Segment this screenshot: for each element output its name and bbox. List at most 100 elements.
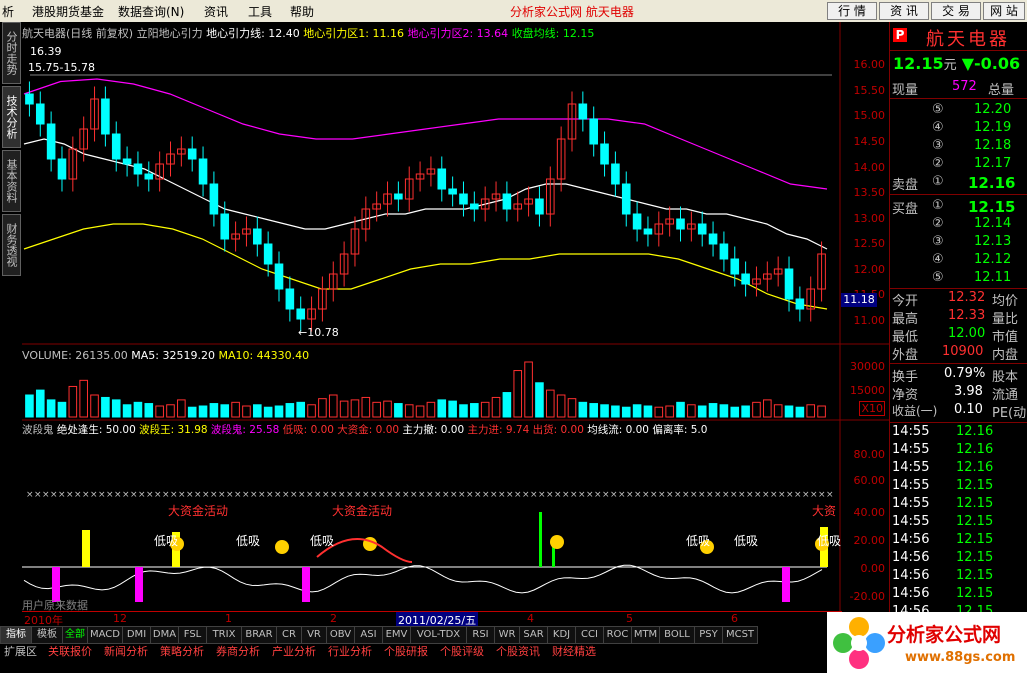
volume-bar: [437, 399, 447, 418]
volume-bar: [394, 403, 403, 418]
dotted-marker: ×: [386, 490, 394, 500]
volume-bar: [773, 404, 783, 418]
indicator-value: 均线流: 0.00: [587, 424, 649, 436]
dotted-marker: ×: [706, 490, 714, 500]
volume-bar: [621, 406, 631, 418]
indicator-value: 波段鬼: 25.58: [210, 424, 280, 436]
sell-label: 卖盘: [892, 178, 919, 193]
tick-time: 14:56: [892, 550, 930, 565]
menu-item-data-query[interactable]: 数据查询(N): [118, 3, 184, 20]
bottom-tab[interactable]: 行业分析: [328, 644, 372, 660]
candle-body: [708, 233, 718, 245]
tab-financial[interactable]: 财务透视: [2, 214, 21, 276]
dotted-marker: ×: [426, 490, 434, 500]
volume-bar: [253, 404, 262, 418]
site-title: 分析家公式网 航天电器: [510, 5, 634, 19]
tick-time: 14:56: [892, 532, 930, 547]
indicator-tab-obv[interactable]: OBV: [326, 626, 355, 644]
dotted-marker: ×: [826, 490, 834, 500]
tab-technical[interactable]: 技术分析: [2, 86, 21, 148]
website-button[interactable]: 网 站: [983, 2, 1025, 20]
trade-button[interactable]: 交 易: [931, 2, 981, 20]
news-button[interactable]: 资 讯: [879, 2, 929, 20]
indicator-tab-psy[interactable]: PSY: [694, 626, 723, 644]
tab-intraday[interactable]: 分时走势: [2, 22, 21, 84]
indicator-tab-模板[interactable]: 模板: [31, 626, 63, 644]
dotted-marker: ×: [674, 490, 682, 500]
volume-value: VOLUME: 26135.00: [22, 349, 128, 362]
buy-price: 12.13: [974, 234, 1012, 249]
bottom-tab[interactable]: 券商分析: [216, 644, 260, 660]
indicator-tab-cci[interactable]: CCI: [575, 626, 604, 644]
tick-price: 12.15: [956, 478, 994, 493]
indicator-tab-vol-tdx[interactable]: VOL-TDX: [410, 626, 467, 644]
dotted-marker: ×: [778, 490, 786, 500]
menu-item-analysis[interactable]: 析: [2, 3, 14, 20]
indicator-tab-cr[interactable]: CR: [276, 626, 302, 644]
indicator-tab-boll[interactable]: BOLL: [659, 626, 695, 644]
volume-bar: [763, 399, 772, 418]
menu-item-hk-futures[interactable]: 港股期货基金: [32, 3, 104, 20]
price-tick: 13.00: [853, 212, 886, 225]
bottom-tab[interactable]: 个股评级: [440, 644, 484, 660]
flower-icon: [833, 617, 885, 669]
dotted-marker: ×: [98, 490, 106, 500]
menu-item-news[interactable]: 资讯: [204, 3, 228, 20]
indicator-tab-trix[interactable]: TRIX: [206, 626, 242, 644]
indicator-tab-fsl[interactable]: FSL: [178, 626, 207, 644]
indicator-tab-asi[interactable]: ASI: [354, 626, 383, 644]
tick-time: 14:55: [892, 514, 930, 529]
indicator-tab-mtm[interactable]: MTM: [631, 626, 660, 644]
volume-bar: [339, 400, 349, 418]
indicator-tab-dma[interactable]: DMA: [150, 626, 179, 644]
bottom-tab[interactable]: 财经精选: [552, 644, 596, 660]
indicator-tab-brar[interactable]: BRAR: [241, 626, 277, 644]
indicator-tab-wr[interactable]: WR: [494, 626, 520, 644]
chart-area[interactable]: 航天电器(日线 前复权) 立阳地心引力 地心引力线: 12.40 地心引力区1:…: [22, 22, 889, 628]
bottom-tab[interactable]: 策略分析: [160, 644, 204, 660]
menu-item-tools[interactable]: 工具: [248, 3, 272, 20]
volume-ma10: MA10: 44330.40: [218, 349, 310, 362]
volume-label: 现量: [892, 83, 919, 98]
dotted-marker: ×: [394, 490, 402, 500]
dotted-marker: ×: [690, 490, 698, 500]
bottom-tab[interactable]: 关联报价: [48, 644, 92, 660]
menu-item-help[interactable]: 帮助: [290, 3, 314, 20]
indicator-tab-dmi[interactable]: DMI: [122, 626, 151, 644]
dotted-marker: ×: [170, 490, 178, 500]
indicator-tab-指标[interactable]: 指标: [0, 626, 32, 644]
indicator-tick: -20.00: [849, 590, 885, 603]
indicator-tab-sar[interactable]: SAR: [519, 626, 548, 644]
bottom-tab[interactable]: 个股研报: [384, 644, 428, 660]
indicator-tab-vr[interactable]: VR: [301, 626, 327, 644]
dotted-marker: ×: [82, 490, 90, 500]
dotted-marker: ×: [66, 490, 74, 500]
candle-body: [209, 183, 219, 215]
indicator-tab-roc[interactable]: ROC: [603, 626, 632, 644]
indicator-tab-emv[interactable]: EMV: [382, 626, 411, 644]
volume-bar: [350, 399, 360, 418]
indicator-tab-rsi[interactable]: RSI: [466, 626, 495, 644]
dotted-marker: ×: [218, 490, 226, 500]
indicator-tab-kdj[interactable]: KDJ: [547, 626, 576, 644]
indicator-tab-mcst[interactable]: MCST: [722, 626, 758, 644]
dotted-marker: ×: [122, 490, 130, 500]
stock-name: 航天电器: [926, 29, 1010, 50]
volume-bar: [404, 404, 414, 418]
volume-bar: [101, 396, 110, 418]
bottom-tab[interactable]: 新闻分析: [104, 644, 148, 660]
indicator-tab-macd[interactable]: MACD: [87, 626, 123, 644]
indicator-tab-全部[interactable]: 全部: [62, 626, 88, 644]
dotted-marker: ×: [450, 490, 458, 500]
volume-bar: [502, 392, 512, 418]
bottom-tab[interactable]: 个股资讯: [496, 644, 540, 660]
tab-basic-info[interactable]: 基本资料: [2, 150, 21, 212]
dotted-marker: ×: [650, 490, 658, 500]
bottom-tab[interactable]: 扩展区: [4, 644, 37, 660]
last-price: 12.15: [893, 54, 944, 73]
stat-label: 收益(一): [892, 404, 938, 418]
bottom-tab[interactable]: 产业分析: [272, 644, 316, 660]
quotes-button[interactable]: 行 情: [827, 2, 877, 20]
indicator-value: 出货: 0.00: [532, 424, 584, 436]
candle-body: [600, 143, 609, 165]
